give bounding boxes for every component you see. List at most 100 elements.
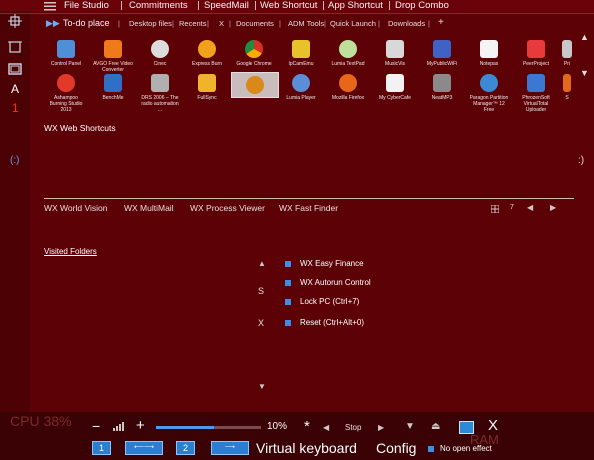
app-peerproject[interactable]: PeerProject (516, 40, 556, 67)
menu-divider (121, 1, 122, 10)
wx-multimail-link[interactable]: WX MultiMail (124, 203, 174, 213)
app-firefox[interactable]: Mozilla Firefox (328, 74, 368, 101)
open-effect-checkbox[interactable] (428, 446, 434, 452)
stop-button[interactable]: Stop (345, 423, 361, 432)
app-label: Notepas (479, 61, 499, 67)
wx-fast-finder-link[interactable]: WX Fast Finder (279, 203, 338, 213)
shortcut-label: WX Easy Finance (300, 259, 364, 268)
desktop-two-button[interactable]: 2 (176, 441, 195, 455)
app-label: Pri (563, 61, 571, 67)
visited-folders-heading[interactable]: Visited Folders (44, 247, 97, 256)
menu-app-shortcut[interactable]: App Shortcut (328, 0, 383, 11)
virtual-keyboard-button[interactable]: Virtual keyboard (256, 440, 357, 456)
app-s[interactable]: S (560, 74, 574, 101)
menu-divider (389, 1, 390, 10)
prev-page-icon[interactable]: ◀ (527, 203, 533, 212)
grid-icon[interactable] (491, 205, 499, 213)
close-bar-button[interactable]: X (488, 417, 498, 434)
menu-divider (323, 1, 324, 10)
app-pri[interactable]: Pri (558, 40, 576, 67)
scroll-up-icon[interactable]: ▲ (258, 259, 266, 268)
rewind-icon[interactable]: ◀ (323, 423, 329, 432)
eject-icon[interactable]: ⏏ (431, 421, 440, 432)
app-neatmp3[interactable]: NeatMP3 (422, 74, 462, 101)
menu-lines-icon[interactable] (44, 1, 56, 11)
app-lumia-player[interactable]: Lumia Player (281, 74, 321, 101)
volume-down-button[interactable]: − (92, 418, 100, 434)
downloads-link[interactable]: Downloads (388, 19, 425, 28)
menu-drop-combo[interactable]: Drop Combo (395, 0, 449, 11)
app-my-cybercafe[interactable]: My CyberCafe (375, 74, 415, 101)
scroll-right-handle[interactable]: :) (578, 155, 584, 166)
toolbar-close-link[interactable]: X (219, 19, 224, 28)
app-control-panel[interactable]: Control Panel (46, 40, 86, 67)
app-notepas[interactable]: Notepas (469, 40, 509, 67)
shortcut-wx-easy-finance[interactable]: WX Easy Finance (285, 259, 364, 268)
menu-web-shortcut[interactable]: Web Shortcut (260, 0, 317, 11)
shortcut-reset[interactable]: Reset (Ctrl+Alt+0) (285, 318, 364, 327)
arrow-up-icon[interactable]: ▲ (580, 32, 589, 42)
scroll-down-icon[interactable]: ▼ (258, 382, 266, 391)
frame-icon[interactable] (8, 62, 22, 76)
toolbar-divider: | (229, 19, 231, 28)
app-label: DRS 2006 – The radio automation ... (141, 95, 179, 113)
desktop-files-link[interactable]: Desktop files (129, 19, 172, 28)
move-right-button[interactable]: ⟶ (211, 441, 249, 455)
app-label: NeatMP3 (431, 95, 453, 101)
number-one-label[interactable]: 1 (12, 101, 19, 115)
wx-world-vision-link[interactable]: WX World Vision (44, 203, 107, 213)
volume-down-triangle-icon[interactable]: ▼ (405, 421, 415, 432)
adm-tools-link[interactable]: ADM Tools (288, 19, 324, 28)
documents-link[interactable]: Documents (236, 19, 274, 28)
app-cinec[interactable]: Cinec (140, 40, 180, 67)
window-icon[interactable] (459, 421, 474, 434)
forward-icon[interactable]: ▶ (378, 423, 384, 432)
benchme-icon (104, 74, 122, 92)
menu-file-studio[interactable]: File Studio (64, 0, 109, 11)
crop-icon[interactable] (8, 40, 22, 54)
app-ashampoo[interactable]: Ashampoo Burning Studio 2013 (46, 74, 86, 113)
app-paragon-partition[interactable]: Paragon Partition Manager™ 12 Free (469, 74, 509, 113)
menu-speedmail[interactable]: SpeedMail (204, 0, 249, 11)
play-forward-icon[interactable]: ▶▶ (46, 18, 60, 29)
app-fullsync[interactable]: FullSync (187, 74, 227, 101)
app-mypublicwifi[interactable]: MyPublicWiFi (422, 40, 462, 67)
app-drs-2006[interactable]: DRS 2006 – The radio automation ... (140, 74, 180, 113)
target-icon[interactable] (8, 14, 22, 28)
app-label: Ashampoo Burning Studio 2013 (49, 95, 83, 113)
config-button[interactable]: Config (376, 440, 416, 456)
star-button[interactable]: * (304, 418, 310, 435)
neatmp3-icon (433, 74, 451, 92)
add-tab-button[interactable]: + (438, 17, 444, 28)
letter-a-label[interactable]: A (11, 82, 19, 96)
app-avgo-video-converter[interactable]: AVGO Free Video Converter (93, 40, 133, 73)
shortcut-lock-pc[interactable]: Lock PC (Ctrl+7) (285, 297, 359, 306)
desktop-one-button[interactable]: 1 (92, 441, 111, 455)
app-phrozensoft[interactable]: PhrozenSoft VirtualTotal Uploader (516, 74, 556, 113)
app-express-burn[interactable]: Express Burn (187, 40, 227, 67)
square-icon (285, 319, 291, 326)
shortcut-wx-autorun-control[interactable]: WX Autorun Control (285, 278, 371, 287)
lumia-textpad-icon (339, 40, 357, 58)
next-page-icon[interactable]: ▶ (550, 203, 556, 212)
app-google-chrome[interactable]: Google Chrome (234, 40, 274, 67)
recents-link[interactable]: Recents (179, 19, 207, 28)
toolbar-divider: | (118, 19, 120, 28)
menu-commitments[interactable]: Commitments (129, 0, 188, 11)
phrozensoft-icon (527, 74, 545, 92)
app-lumia-textpad[interactable]: Lumia TextPad (328, 40, 368, 67)
app-musicvis[interactable]: MusicVis (375, 40, 415, 67)
selected-app-icon (246, 76, 264, 94)
app-ipcamemu[interactable]: IpCamEmu (281, 40, 321, 67)
scroll-left-handle[interactable]: (:) (10, 155, 19, 166)
todo-place-button[interactable]: To-do place (63, 18, 110, 28)
app-label: PeerProject (522, 61, 550, 67)
volume-up-button[interactable]: + (136, 417, 145, 434)
app-label: Express Burn (191, 61, 222, 67)
arrow-down-icon[interactable]: ▼ (580, 68, 589, 78)
swap-arrows-button[interactable]: ⟵⟶ (125, 441, 163, 455)
quick-launch-link[interactable]: Quick Launch (330, 19, 376, 28)
app-selected[interactable] (231, 72, 279, 98)
wx-process-viewer-link[interactable]: WX Process Viewer (190, 203, 265, 213)
app-benchme[interactable]: BenchMe (93, 74, 133, 101)
